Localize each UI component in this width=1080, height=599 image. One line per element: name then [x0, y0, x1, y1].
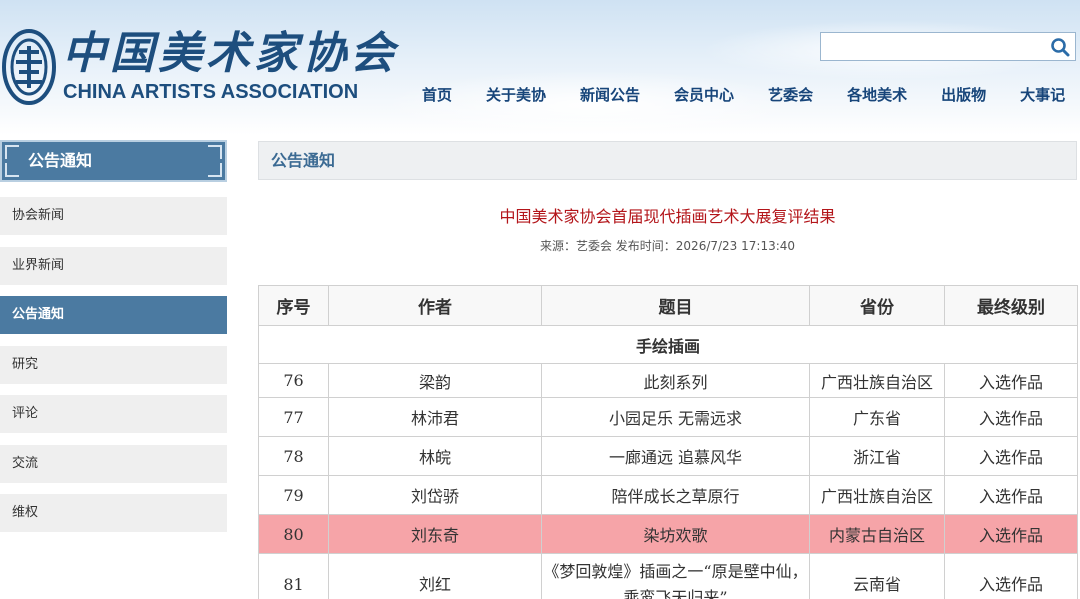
nav-chronicle[interactable]: 大事记	[1003, 85, 1080, 105]
sidebar-item-commentary[interactable]: 评论	[0, 395, 227, 433]
nav-art-committee[interactable]: 艺委会	[751, 85, 830, 105]
cell-author: 刘东奇	[328, 514, 542, 554]
cell-author: 刘红	[328, 553, 542, 599]
cell-level: 入选作品	[944, 514, 1078, 554]
ornament-corner	[5, 145, 19, 159]
cell-level: 入选作品	[944, 475, 1078, 515]
cell-title: 一廊通远 追慕风华	[541, 436, 810, 476]
sidebar-item-association-news[interactable]: 协会新闻	[0, 197, 227, 235]
nav-news[interactable]: 新闻公告	[563, 85, 657, 105]
sidebar-item-announcements[interactable]: 公告通知	[0, 296, 227, 334]
nav-members[interactable]: 会员中心	[657, 85, 751, 105]
association-emblem-icon[interactable]	[2, 28, 56, 106]
nav-regional-art[interactable]: 各地美术	[830, 85, 924, 105]
main-navigation: 首页 关于美协 新闻公告 会员中心 艺委会 各地美术 出版物 大事记	[405, 84, 1080, 106]
cell-title: 此刻系列	[541, 363, 810, 398]
nav-publications[interactable]: 出版物	[924, 85, 1003, 105]
header-author: 作者	[328, 285, 542, 326]
cell-title: 小园足乐 无需远求	[541, 397, 810, 437]
cell-no: 78	[258, 436, 329, 476]
cell-no: 76	[258, 363, 329, 398]
cell-title: 《梦回敦煌》插画之一“原是壁中仙，乘鸾飞天归来”	[541, 553, 810, 599]
cell-no: 77	[258, 397, 329, 437]
sidebar-title-panel: 公告通知	[0, 140, 227, 182]
sidebar-item-research[interactable]: 研究	[0, 346, 227, 384]
ornament-corner	[208, 145, 222, 159]
search-box	[820, 32, 1076, 61]
cell-province: 广西壮族自治区	[809, 363, 945, 398]
site-header: 中国美术家协会 CHINA ARTISTS ASSOCIATION 首页 关于美…	[0, 0, 1080, 135]
cell-author: 梁韵	[328, 363, 542, 398]
cell-title: 染坊欢歌	[541, 514, 810, 554]
cell-author: 林沛君	[328, 397, 542, 437]
header-level: 最终级别	[944, 285, 1078, 326]
results-table: 序号 作者 题目 省份 最终级别 手绘插画 76 梁韵 此刻系列 广西壮族自治区…	[258, 285, 1078, 599]
logo-chinese-name[interactable]: 中国美术家协会	[62, 28, 394, 80]
cell-province: 广西壮族自治区	[809, 475, 945, 515]
cell-level: 入选作品	[944, 436, 1078, 476]
sidebar-item-exchange[interactable]: 交流	[0, 445, 227, 483]
table-row: 76 梁韵 此刻系列 广西壮族自治区 入选作品	[258, 363, 1078, 398]
table-row: 78 林皖 一廊通远 追慕风华 浙江省 入选作品	[258, 436, 1078, 476]
table-row: 77 林沛君 小园足乐 无需远求 广东省 入选作品	[258, 397, 1078, 437]
logo-english-name[interactable]: CHINA ARTISTS ASSOCIATION	[63, 80, 383, 104]
cell-author: 林皖	[328, 436, 542, 476]
cell-no: 80	[258, 514, 329, 554]
nav-home[interactable]: 首页	[405, 85, 469, 105]
cell-province: 云南省	[809, 553, 945, 599]
sidebar-title: 公告通知	[28, 151, 93, 170]
ornament-corner	[5, 163, 19, 177]
cell-province: 广东省	[809, 397, 945, 437]
nav-about[interactable]: 关于美协	[469, 85, 563, 105]
cell-title: 陪伴成长之草原行	[541, 475, 810, 515]
cell-province: 内蒙古自治区	[809, 514, 945, 554]
sidebar-item-industry-news[interactable]: 业界新闻	[0, 247, 227, 285]
table-row-highlighted: 80 刘东奇 染坊欢歌 内蒙古自治区 入选作品	[258, 514, 1078, 554]
search-input[interactable]	[825, 36, 1047, 57]
table-row: 79 刘岱骄 陪伴成长之草原行 广西壮族自治区 入选作品	[258, 475, 1078, 515]
cell-no: 81	[258, 553, 329, 599]
article-meta: 来源：艺委会 发布时间：2026/7/23 17:13:40	[539, 239, 796, 253]
header-no: 序号	[258, 285, 329, 326]
cell-no: 79	[258, 475, 329, 515]
section-title: 公告通知	[258, 141, 1077, 180]
table-header-row: 序号 作者 题目 省份 最终级别	[258, 285, 1078, 326]
section-label: 手绘插画	[258, 325, 1078, 364]
cell-level: 入选作品	[944, 553, 1078, 599]
cell-level: 入选作品	[944, 397, 1078, 437]
cell-level: 入选作品	[944, 363, 1078, 398]
table-row: 81 刘红 《梦回敦煌》插画之一“原是壁中仙，乘鸾飞天归来” 云南省 入选作品	[258, 553, 1078, 599]
cell-author: 刘岱骄	[328, 475, 542, 515]
header-province: 省份	[809, 285, 945, 326]
sidebar-item-rights[interactable]: 维权	[0, 494, 227, 532]
table-section-row: 手绘插画	[258, 325, 1078, 364]
ornament-corner	[208, 163, 222, 177]
search-icon[interactable]	[1050, 37, 1070, 57]
cell-province: 浙江省	[809, 436, 945, 476]
header-title: 题目	[541, 285, 810, 326]
article-title: 中国美术家协会首届现代插画艺术大展复评结果	[499, 207, 836, 226]
